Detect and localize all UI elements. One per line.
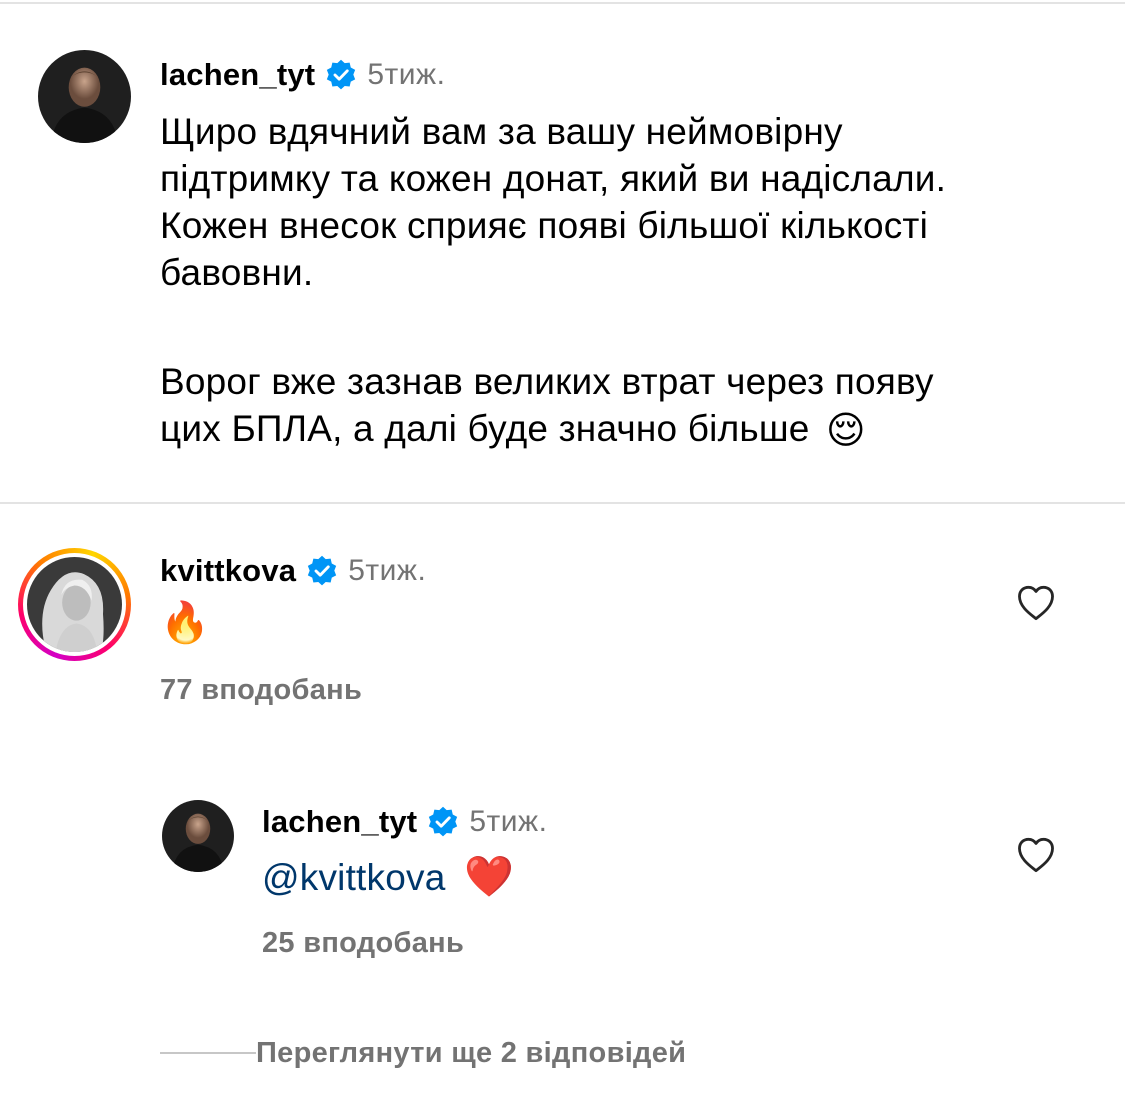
avatar-lachen-tyt[interactable] <box>38 50 131 143</box>
comment-time: 5тиж. <box>367 58 446 91</box>
comment-header: kvittkova 5тиж. <box>160 551 426 591</box>
avatar-image <box>38 50 131 143</box>
comment-line: підтримку та кожен донат, який ви надісл… <box>160 158 947 199</box>
comment-line-last: цих БПЛА, а далі буде значно більше 😌 <box>160 405 946 455</box>
comment-line: цих БПЛА, а далі буде значно більше <box>160 408 810 449</box>
likes-count[interactable]: 77 вподобань <box>160 674 362 707</box>
view-more-replies-label: Переглянути ще 2 відповідей <box>256 1036 687 1069</box>
reply-time: 5тиж. <box>469 805 548 838</box>
heart-outline-icon <box>1018 585 1054 621</box>
likes-count[interactable]: 25 вподобань <box>262 927 464 960</box>
comment-line: Щиро вдячний вам за вашу неймовірну <box>160 111 843 152</box>
comment-time: 5тиж. <box>348 554 427 587</box>
username[interactable]: lachen_tyt <box>160 57 315 93</box>
fire-emoji: 🔥 <box>160 601 211 645</box>
relieved-face-emoji: 😌 <box>826 409 866 452</box>
avatar-kvittkova <box>27 557 122 652</box>
section-divider <box>0 502 1125 504</box>
comment-line: Ворог вже зазнав великих втрат через поя… <box>160 361 934 402</box>
avatar-lachen-tyt[interactable] <box>162 800 234 872</box>
comment-line: Кожен внесок сприяє появі більшої кілько… <box>160 205 928 246</box>
mention-link[interactable]: @kvittkova <box>262 857 446 898</box>
username[interactable]: kvittkova <box>160 553 296 589</box>
like-button[interactable] <box>1016 836 1056 874</box>
verified-badge-icon <box>427 806 459 838</box>
comment-line-blank <box>160 296 946 343</box>
like-button[interactable] <box>1016 584 1056 622</box>
comment-body: Щиро вдячний вам за вашу неймовірну підт… <box>160 108 946 455</box>
red-heart-emoji: ❤️ <box>463 855 514 899</box>
verified-badge-icon <box>325 59 357 91</box>
heart-outline-icon <box>1018 837 1054 873</box>
comment-header: lachen_tyt 5тиж. <box>160 55 445 95</box>
avatar-image <box>27 557 122 652</box>
reply-body: @kvittkova ❤️ <box>262 854 514 901</box>
comment-line: бавовни. <box>160 252 314 293</box>
username[interactable]: lachen_tyt <box>262 804 417 840</box>
avatar-image <box>162 800 234 872</box>
reply-header: lachen_tyt 5тиж. <box>262 802 547 842</box>
avatar-story-ring[interactable] <box>18 548 131 661</box>
top-divider <box>0 2 1125 4</box>
verified-badge-icon <box>306 555 338 587</box>
replies-line-divider <box>160 1052 256 1054</box>
comment-body: 🔥 <box>160 600 210 647</box>
view-more-replies-button[interactable]: Переглянути ще 2 відповідей <box>160 1036 686 1070</box>
